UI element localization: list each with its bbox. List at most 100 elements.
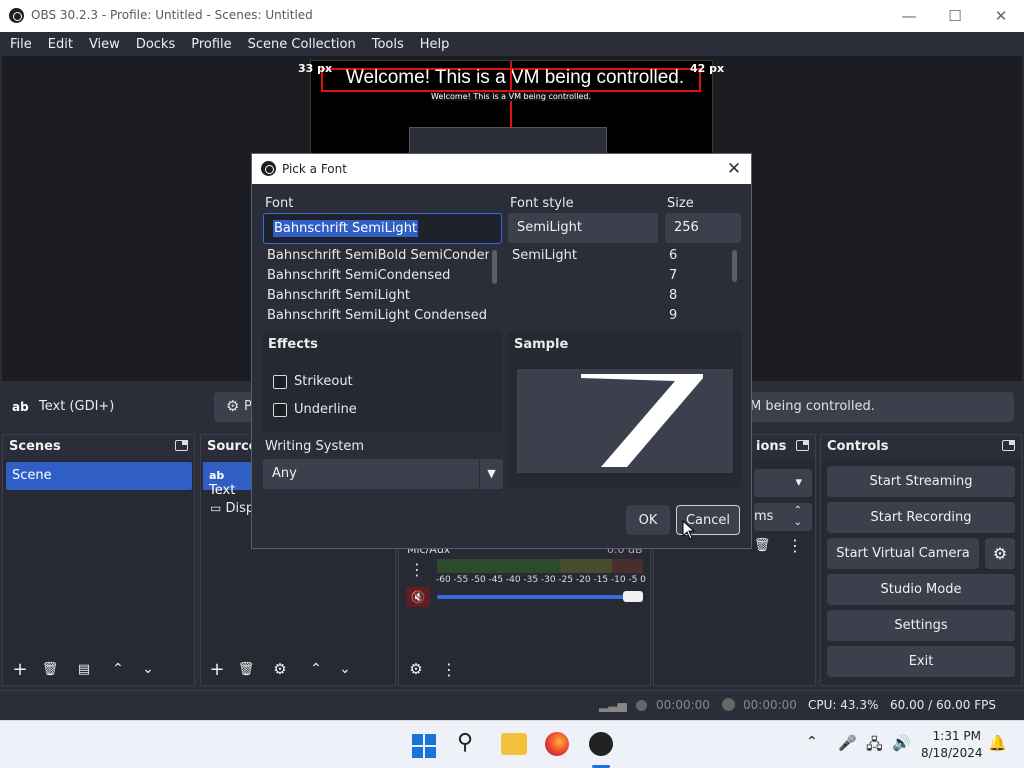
settings-button[interactable]: Settings <box>827 610 1015 641</box>
fps-readout: 60.00 / 60.00 FPS <box>890 698 996 712</box>
move-down-icon[interactable]: ⌄ <box>333 657 357 681</box>
size-list-scrollbar[interactable] <box>732 250 737 282</box>
move-down-icon[interactable]: ⌄ <box>136 657 160 681</box>
speaker-icon[interactable]: 🔊 <box>892 734 911 752</box>
file-explorer-icon[interactable] <box>501 733 527 755</box>
font-style-input[interactable]: SemiLight <box>508 213 658 243</box>
transition-select[interactable]: ▾ <box>754 469 812 497</box>
clock-time[interactable]: 1:31 PM <box>927 729 981 743</box>
menu-edit[interactable]: Edit <box>40 37 81 52</box>
size-input[interactable]: 256 <box>665 213 741 243</box>
underline-label[interactable]: Underline <box>294 402 357 417</box>
close-window-button[interactable]: ✕ <box>978 0 1024 32</box>
dialog-title: Pick a Font <box>282 162 347 176</box>
stream-time: 00:00:00 <box>656 698 710 712</box>
effects-group: Effects Strikeout Underline <box>262 331 502 431</box>
add-scene-button[interactable]: + <box>8 657 32 681</box>
font-list-item[interactable]: Bahnschrift SemiLight <box>267 286 489 306</box>
strikeout-checkbox[interactable] <box>273 375 287 389</box>
chevron-down-icon[interactable]: ▼ <box>479 459 503 489</box>
right-distance-label: 42 px <box>690 62 725 75</box>
studio-mode-button[interactable]: Studio Mode <box>827 574 1015 605</box>
gear-icon[interactable]: ⚙ <box>268 657 292 681</box>
muted-speaker-icon[interactable]: 🔇 <box>406 587 430 607</box>
filters-icon[interactable]: ▤ <box>72 657 96 681</box>
exit-button[interactable]: Exit <box>827 646 1015 677</box>
menubar: File Edit View Docks Profile Scene Colle… <box>0 32 1024 56</box>
text-source-icon: ab <box>12 400 29 414</box>
menu-help[interactable]: Help <box>412 37 458 52</box>
gear-icon[interactable]: ⚙ <box>985 538 1015 569</box>
font-label: Font <box>265 196 294 211</box>
source-item-display[interactable]: ▭ Disp <box>210 501 254 516</box>
trash-icon[interactable]: 🗑 <box>234 657 258 681</box>
duration-field[interactable]: ms ⌃ ⌄ <box>754 503 812 531</box>
font-input[interactable]: Bahnschrift SemiLight <box>263 213 502 244</box>
undock-icon[interactable] <box>796 440 809 451</box>
font-style-list-item[interactable]: SemiLight <box>512 246 652 266</box>
font-list[interactable]: Bahnschrift SemiBold SemiConden Bahnschr… <box>267 246 489 322</box>
size-label: Size <box>667 196 694 211</box>
menu-docks[interactable]: Docks <box>128 37 183 52</box>
network-icon[interactable]: 🖧 <box>866 734 883 759</box>
font-list-item[interactable]: Bahnschrift SemiCondensed <box>267 266 489 286</box>
maximize-button[interactable]: ☐ <box>932 0 978 32</box>
kebab-menu-icon[interactable]: ⋮ <box>783 533 807 557</box>
menu-file[interactable]: File <box>2 37 40 52</box>
trash-icon[interactable]: 🗑 <box>750 533 774 557</box>
font-list-item[interactable]: Bahnschrift SemiBold SemiConden <box>267 246 489 266</box>
size-list-item[interactable]: 8 <box>669 286 719 306</box>
start-streaming-button[interactable]: Start Streaming <box>827 466 1015 497</box>
kebab-menu-icon[interactable]: ⋮ <box>409 560 425 579</box>
menu-view[interactable]: View <box>81 37 128 52</box>
undock-icon[interactable] <box>175 440 188 451</box>
kebab-menu-icon[interactable]: ⋮ <box>437 657 461 681</box>
minimize-button[interactable]: — <box>886 0 932 32</box>
gear-icon[interactable]: ⚙ <box>404 657 428 681</box>
menu-tools[interactable]: Tools <box>364 37 412 52</box>
ok-button[interactable]: OK <box>626 505 670 535</box>
volume-slider-handle[interactable] <box>623 591 643 602</box>
clock-date[interactable]: 8/18/2024 <box>921 746 983 760</box>
notification-bell-icon[interactable]: 🔔 <box>988 734 1007 752</box>
obs-taskbar-icon[interactable] <box>589 732 613 756</box>
move-up-icon[interactable]: ⌃ <box>106 657 130 681</box>
trash-icon[interactable]: 🗑 <box>38 657 62 681</box>
scenes-dock: Scenes Scene + 🗑 ▤ ⌃ ⌄ <box>2 434 195 686</box>
cpu-usage: CPU: 43.3% <box>808 698 879 712</box>
network-bars-icon: ▂▃▅ <box>599 698 627 712</box>
size-list-item[interactable]: 6 <box>669 246 719 266</box>
underline-checkbox[interactable] <box>273 403 287 417</box>
text-value-field[interactable]: M being controlled. <box>742 392 1014 422</box>
start-virtual-camera-button[interactable]: Start Virtual Camera <box>827 538 979 569</box>
size-list-item[interactable]: 7 <box>669 266 719 286</box>
size-list-item[interactable]: 9 <box>669 306 719 322</box>
font-style-list[interactable]: SemiLight <box>512 246 652 322</box>
record-time: 00:00:00 <box>743 698 797 712</box>
menu-profile[interactable]: Profile <box>183 37 239 52</box>
firefox-icon[interactable] <box>545 732 569 756</box>
chevron-up-icon[interactable]: ⌃ <box>806 734 818 750</box>
preview-text: Welcome! This is a VM being controlled. <box>345 67 685 88</box>
windows-start-icon[interactable] <box>412 734 436 758</box>
writing-system-select[interactable]: Any ▼ <box>263 459 503 489</box>
window-titlebar: OBS 30.2.3 - Profile: Untitled - Scenes:… <box>0 0 1024 32</box>
search-icon[interactable]: ⚲ <box>457 730 473 755</box>
controls-dock-title: Controls <box>821 435 1021 459</box>
source-item-text[interactable]: ab Text <box>203 462 255 498</box>
font-list-scrollbar[interactable] <box>492 250 497 284</box>
menu-scene-collection[interactable]: Scene Collection <box>240 37 364 52</box>
start-recording-button[interactable]: Start Recording <box>827 502 1015 533</box>
properties-button[interactable]: ⚙ P <box>214 392 254 422</box>
font-list-item[interactable]: Bahnschrift SemiLight Condensed <box>267 306 489 322</box>
microphone-icon[interactable]: 🎤 <box>838 734 857 752</box>
volume-slider[interactable] <box>437 595 629 599</box>
strikeout-label[interactable]: Strikeout <box>294 374 353 389</box>
scene-item[interactable]: Scene <box>6 462 192 490</box>
move-up-icon[interactable]: ⌃ <box>304 657 328 681</box>
undock-icon[interactable] <box>1002 440 1015 451</box>
add-source-button[interactable]: + <box>205 657 229 681</box>
size-list[interactable]: 6 7 8 9 <box>669 246 719 322</box>
writing-system-label: Writing System <box>265 439 365 454</box>
close-icon[interactable]: ✕ <box>723 158 745 180</box>
